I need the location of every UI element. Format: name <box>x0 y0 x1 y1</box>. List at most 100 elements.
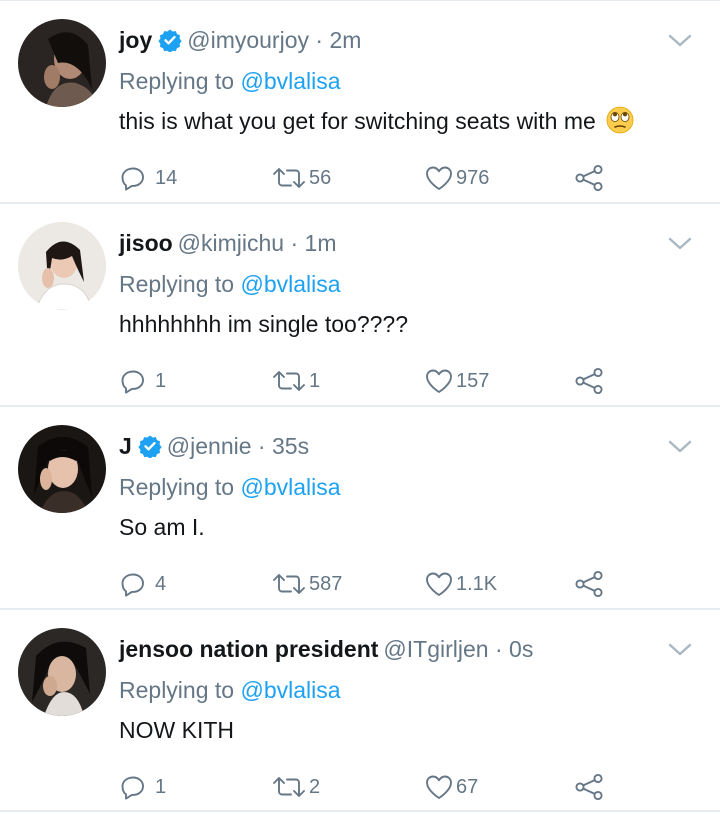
reply-count: 14 <box>155 166 178 189</box>
retweet-button[interactable]: 1 <box>271 364 320 398</box>
tweet-text: So am I. <box>119 514 205 540</box>
reply-button[interactable]: 1 <box>119 364 166 398</box>
like-button[interactable]: 1.1K <box>424 567 497 601</box>
replying-to: Replying to @bvlalisa <box>119 472 341 502</box>
share-icon <box>575 570 603 598</box>
verified-badge-icon <box>158 28 182 59</box>
reply-count: 4 <box>155 572 167 595</box>
like-button[interactable]: 976 <box>424 161 489 195</box>
replying-to-label: Replying to <box>119 474 235 500</box>
reply-icon <box>121 573 144 597</box>
retweet-count: 2 <box>309 775 321 798</box>
tweet[interactable]: jensoo nation president @ITgirljen · 0s R… <box>0 610 720 812</box>
like-count: 157 <box>456 369 490 392</box>
reply-count: 1 <box>155 775 167 798</box>
replying-to: Replying to @bvlalisa <box>119 675 341 705</box>
retweet-count: 587 <box>309 572 343 595</box>
share-button[interactable] <box>574 364 604 398</box>
avatar[interactable] <box>18 19 106 107</box>
tweet-header: jensoo nation president @ITgirljen · 0s <box>119 634 533 664</box>
verified-badge-icon <box>138 434 162 465</box>
tweet-header: J @jennie · 35s <box>119 431 309 465</box>
retweet-count: 1 <box>309 369 321 392</box>
retweet-icon <box>273 168 305 188</box>
share-icon <box>575 164 603 192</box>
tweet-actions: 4 587 1.1K <box>119 567 619 601</box>
retweet-icon <box>273 371 305 391</box>
like-button[interactable]: 157 <box>424 364 489 398</box>
retweet-count: 56 <box>309 166 332 189</box>
reply-icon <box>121 370 144 394</box>
mention-link[interactable]: @bvlalisa <box>240 68 340 94</box>
retweet-button[interactable]: 587 <box>271 567 342 601</box>
share-icon <box>575 773 603 801</box>
share-icon <box>575 367 603 395</box>
replying-to: Replying to @bvlalisa <box>119 269 341 299</box>
mention-link[interactable]: @bvlalisa <box>240 677 340 703</box>
mention-link[interactable]: @bvlalisa <box>240 271 340 297</box>
reply-button[interactable]: 1 <box>119 770 166 804</box>
chevron-down-icon[interactable] <box>666 234 694 259</box>
replying-to-label: Replying to <box>119 68 235 94</box>
mention-link[interactable]: @bvlalisa <box>240 474 340 500</box>
reply-button[interactable]: 4 <box>119 567 166 601</box>
reply-icon <box>121 776 144 800</box>
replying-to-label: Replying to <box>119 271 235 297</box>
share-button[interactable] <box>574 770 604 804</box>
display-name[interactable]: jisoo <box>119 230 173 256</box>
timestamp[interactable]: 2m <box>329 27 361 53</box>
tweet-header: joy @imyourjoy · 2m <box>119 25 361 59</box>
retweet-icon <box>273 574 305 594</box>
heart-icon <box>426 775 452 799</box>
tweet[interactable]: joy @imyourjoy · 2m Replying to @bvlalisa… <box>0 1 720 204</box>
like-count: 976 <box>456 166 490 189</box>
display-name[interactable]: J <box>119 433 132 459</box>
separator: · <box>309 27 330 53</box>
reply-button[interactable]: 14 <box>119 161 177 195</box>
chevron-down-icon[interactable] <box>666 437 694 462</box>
replying-to-label: Replying to <box>119 677 235 703</box>
tweet-text: this is what you get for switching seats… <box>119 106 634 141</box>
chevron-down-icon[interactable] <box>666 640 694 665</box>
avatar[interactable] <box>18 222 106 310</box>
tweet-actions: 1 1 157 <box>119 364 619 398</box>
heart-icon <box>426 369 452 393</box>
rolling-eyes-emoji-icon <box>606 106 634 141</box>
separator: · <box>284 230 305 256</box>
user-handle[interactable]: @kimjichu <box>178 230 284 256</box>
chevron-down-icon[interactable] <box>666 31 694 56</box>
tweet-text: NOW KITH <box>119 717 234 743</box>
user-handle[interactable]: @jennie <box>167 433 252 459</box>
tweet-actions: 14 56 976 <box>119 161 619 195</box>
display-name[interactable]: jensoo nation president <box>119 636 378 662</box>
like-count: 1.1K <box>456 572 498 595</box>
retweet-icon <box>273 777 305 797</box>
like-count: 67 <box>456 775 479 798</box>
avatar[interactable] <box>18 628 106 716</box>
share-button[interactable] <box>574 567 604 601</box>
avatar[interactable] <box>18 425 106 513</box>
user-handle[interactable]: @imyourjoy <box>187 27 309 53</box>
timestamp[interactable]: 1m <box>305 230 337 256</box>
retweet-button[interactable]: 56 <box>271 161 331 195</box>
reply-icon <box>121 167 144 191</box>
tweet[interactable]: J @jennie · 35s Replying to @bvlalisa So … <box>0 407 720 610</box>
replying-to: Replying to @bvlalisa <box>119 66 341 96</box>
heart-icon <box>426 166 452 190</box>
timestamp[interactable]: 0s <box>509 636 533 662</box>
timestamp[interactable]: 35s <box>272 433 309 459</box>
share-button[interactable] <box>574 161 604 195</box>
reply-count: 1 <box>155 369 167 392</box>
separator: · <box>488 636 510 662</box>
tweet-text-content: this is what you get for switching seats… <box>119 108 596 134</box>
tweet-header: jisoo @kimjichu · 1m <box>119 228 337 258</box>
like-button[interactable]: 67 <box>424 770 478 804</box>
heart-icon <box>426 572 452 596</box>
tweet-text: hhhhhhhh im single too???? <box>119 311 409 337</box>
user-handle[interactable]: @ITgirljen <box>383 636 488 662</box>
separator: · <box>251 433 272 459</box>
display-name[interactable]: joy <box>119 27 152 53</box>
tweet-actions: 1 2 67 <box>119 770 619 804</box>
tweet[interactable]: jisoo @kimjichu · 1m Replying to @bvlalis… <box>0 204 720 407</box>
retweet-button[interactable]: 2 <box>271 770 320 804</box>
